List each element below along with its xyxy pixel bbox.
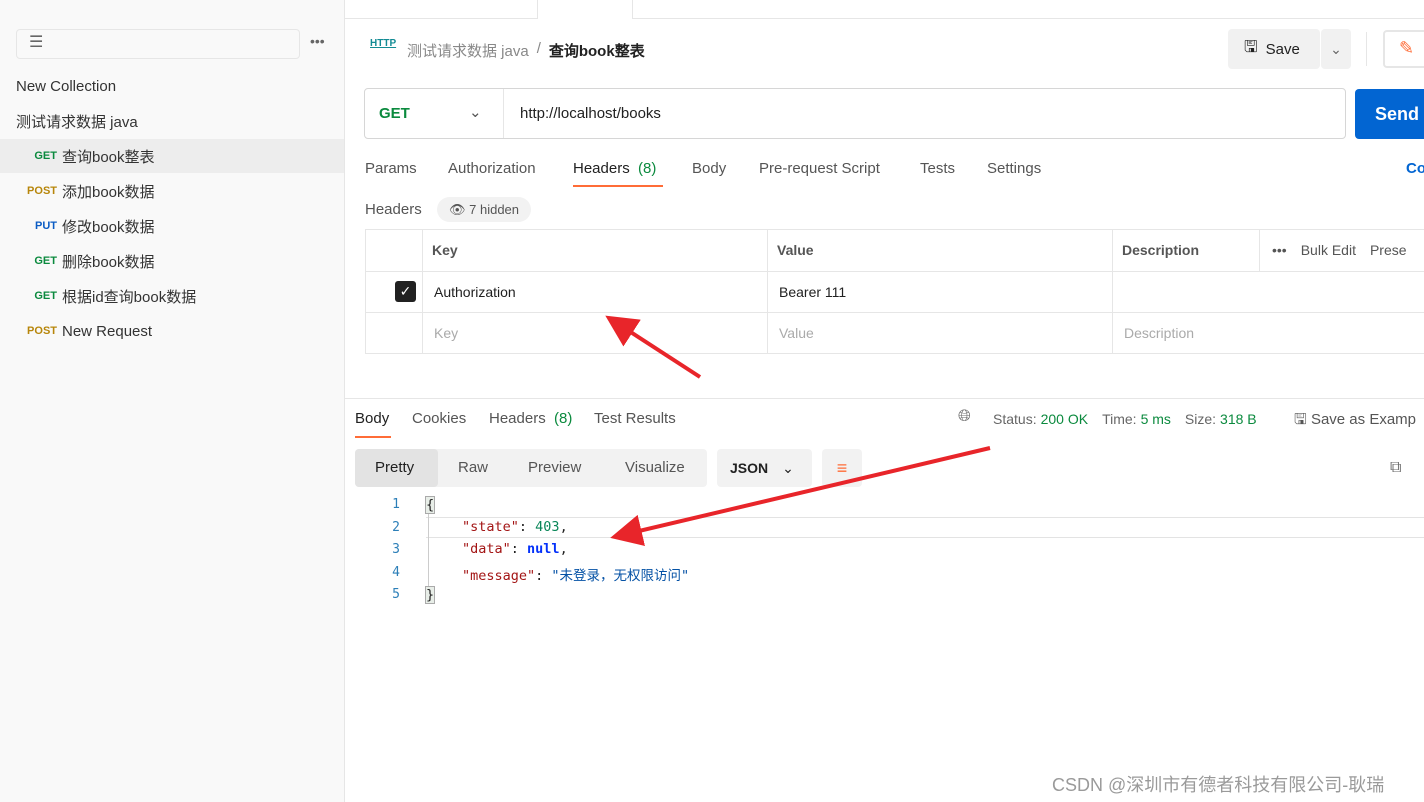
watermark: CSDN @深圳市有德者科技有限公司-耿瑞 bbox=[1052, 775, 1385, 795]
arrow-to-response bbox=[610, 446, 991, 547]
annotation-arrows bbox=[605, 315, 991, 547]
arrow-to-header bbox=[605, 315, 702, 379]
